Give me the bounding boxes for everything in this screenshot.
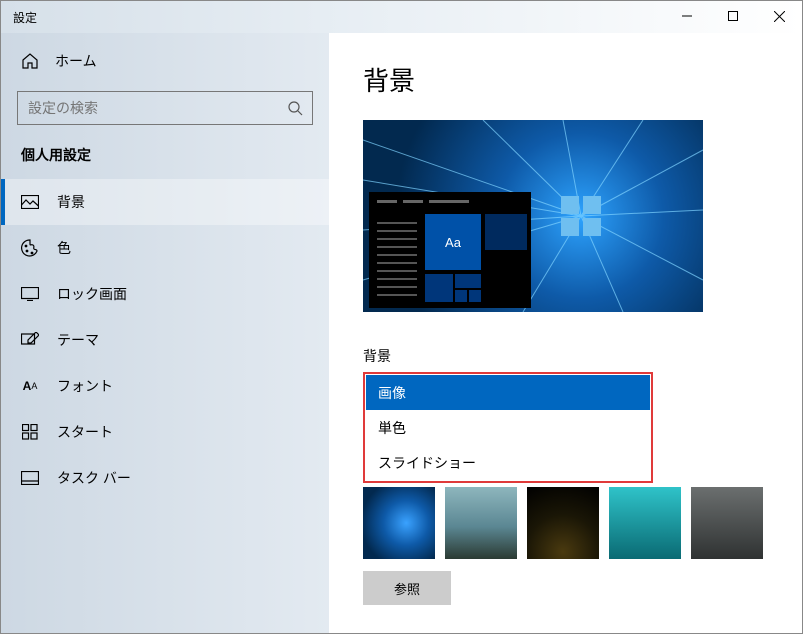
sidebar-item-colors[interactable]: 色 xyxy=(1,225,329,271)
background-type-dropdown[interactable]: 画像 単色 スライドショー xyxy=(363,372,653,483)
taskbar-icon xyxy=(21,469,39,487)
thumbnail-4[interactable] xyxy=(609,487,681,559)
sidebar-item-themes[interactable]: テーマ xyxy=(1,317,329,363)
dropdown-option-solid[interactable]: 単色 xyxy=(366,410,650,445)
fonts-icon: AA xyxy=(21,377,39,395)
thumbnail-1[interactable] xyxy=(363,487,435,559)
search-input[interactable] xyxy=(17,91,313,125)
search-wrap xyxy=(17,91,313,125)
settings-window: 設定 ホーム 個人用設定 xyxy=(0,0,803,634)
sidebar-item-lockscreen[interactable]: ロック画面 xyxy=(1,271,329,317)
background-preview: Aa xyxy=(363,120,703,312)
window-title: 設定 xyxy=(1,1,49,34)
sidebar-item-start[interactable]: スタート xyxy=(1,409,329,455)
background-field-label: 背景 xyxy=(363,346,768,366)
sidebar-item-label: 色 xyxy=(57,238,71,258)
thumbnail-5[interactable] xyxy=(691,487,763,559)
home-icon xyxy=(21,52,39,70)
window-controls xyxy=(664,1,802,31)
window-body: ホーム 個人用設定 背景 色 xyxy=(1,33,802,633)
content-area: 背景 Aa xyxy=(329,33,802,633)
sidebar-item-label: 背景 xyxy=(57,192,85,212)
themes-icon xyxy=(21,331,39,349)
sidebar: ホーム 個人用設定 背景 色 xyxy=(1,33,329,633)
titlebar: 設定 xyxy=(1,1,802,33)
sidebar-item-label: テーマ xyxy=(57,330,99,350)
section-header: 個人用設定 xyxy=(1,145,329,179)
sidebar-item-taskbar[interactable]: タスク バー xyxy=(1,455,329,501)
picture-thumbnails xyxy=(363,487,768,559)
sidebar-item-label: タスク バー xyxy=(57,468,131,488)
thumbnail-3[interactable] xyxy=(527,487,599,559)
home-label: ホーム xyxy=(55,51,97,71)
sidebar-item-label: スタート xyxy=(57,422,113,442)
palette-icon xyxy=(21,239,39,257)
preview-start-overlay: Aa xyxy=(369,192,531,308)
thumbnail-2[interactable] xyxy=(445,487,517,559)
page-title: 背景 xyxy=(363,61,768,98)
picture-icon xyxy=(21,193,39,211)
dropdown-listbox: 画像 単色 スライドショー xyxy=(363,372,653,483)
dropdown-option-slideshow[interactable]: スライドショー xyxy=(366,445,650,480)
preview-sample-text: Aa xyxy=(425,214,481,270)
start-icon xyxy=(21,423,39,441)
lockscreen-icon xyxy=(21,285,39,303)
minimize-button[interactable] xyxy=(664,1,710,31)
maximize-button[interactable] xyxy=(710,1,756,31)
search-icon xyxy=(287,100,303,121)
sidebar-item-label: フォント xyxy=(57,376,113,396)
sidebar-item-background[interactable]: 背景 xyxy=(1,179,329,225)
sidebar-item-label: ロック画面 xyxy=(57,284,127,304)
browse-button[interactable]: 参照 xyxy=(363,571,451,605)
home-button[interactable]: ホーム xyxy=(1,39,329,83)
dropdown-option-image[interactable]: 画像 xyxy=(366,375,650,410)
sidebar-item-fonts[interactable]: AA フォント xyxy=(1,363,329,409)
close-button[interactable] xyxy=(756,1,802,31)
